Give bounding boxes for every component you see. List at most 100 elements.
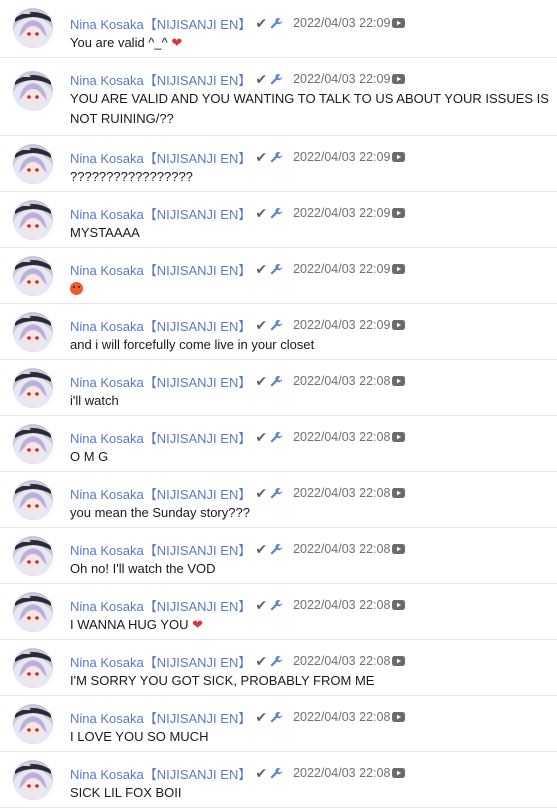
avatar[interactable] xyxy=(13,592,53,632)
message-timestamp[interactable]: 2022/04/03 22:09 xyxy=(293,206,390,220)
author-badges: ✔ xyxy=(255,486,283,500)
youtube-icon[interactable] xyxy=(392,600,406,610)
avatar[interactable] xyxy=(13,312,53,352)
avatar[interactable] xyxy=(13,368,53,408)
message-meta: Nina Kosaka【NIJISANJI EN】 ✔ 2022/04/03 22:… xyxy=(70,70,551,88)
wrench-icon xyxy=(270,151,283,164)
message-text: I LOVE YOU SO MUCH xyxy=(70,727,551,747)
avatar[interactable] xyxy=(13,480,53,520)
chat-message: Nina Kosaka【NIJISANJI EN】 ✔ 2022/04/03 22:… xyxy=(0,472,557,528)
message-meta: Nina Kosaka【NIJISANJI EN】 ✔ 2022/04/03 22:… xyxy=(70,148,551,166)
author-name[interactable]: Nina Kosaka【NIJISANJI EN】 xyxy=(70,484,251,503)
author-name[interactable]: Nina Kosaka【NIJISANJI EN】 xyxy=(70,316,251,335)
message-timestamp[interactable]: 2022/04/03 22:08 xyxy=(293,710,390,724)
check-icon: ✔ xyxy=(255,709,268,725)
youtube-icon[interactable] xyxy=(392,208,406,218)
wrench-icon xyxy=(270,17,283,30)
chat-message: Nina Kosaka【NIJISANJI EN】 ✔ 2022/04/03 22:… xyxy=(0,0,557,58)
avatar[interactable] xyxy=(13,256,53,296)
author-name[interactable]: Nina Kosaka【NIJISANJI EN】 xyxy=(70,372,251,391)
check-icon: ✔ xyxy=(255,149,268,165)
message-timestamp[interactable]: 2022/04/03 22:09 xyxy=(293,72,390,86)
author-name[interactable]: Nina Kosaka【NIJISANJI EN】 xyxy=(70,708,251,727)
avatar[interactable] xyxy=(13,8,53,48)
message-text: I WANNA HUG YOU ❤ xyxy=(70,615,551,635)
author-name[interactable]: Nina Kosaka【NIJISANJI EN】 xyxy=(70,260,251,279)
author-name[interactable]: Nina Kosaka【NIJISANJI EN】 xyxy=(70,652,251,671)
avatar[interactable] xyxy=(13,704,53,744)
message-text-content: YOU ARE VALID AND YOU WANTING TO TALK TO… xyxy=(70,91,549,126)
check-icon: ✔ xyxy=(255,261,268,277)
author-badges: ✔ xyxy=(255,654,283,668)
author-name[interactable]: Nina Kosaka【NIJISANJI EN】 xyxy=(70,428,251,447)
avatar[interactable] xyxy=(13,536,53,576)
chat-message-list: Nina Kosaka【NIJISANJI EN】 ✔ 2022/04/03 22:… xyxy=(0,0,557,808)
wrench-icon xyxy=(270,599,283,612)
check-icon: ✔ xyxy=(255,653,268,669)
wrench-icon xyxy=(270,263,283,276)
message-text: O M G xyxy=(70,447,551,467)
author-name[interactable]: Nina Kosaka【NIJISANJI EN】 xyxy=(70,14,251,33)
chat-message: Nina Kosaka【NIJISANJI EN】 ✔ 2022/04/03 22:… xyxy=(0,192,557,248)
avatar[interactable] xyxy=(13,424,53,464)
message-timestamp[interactable]: 2022/04/03 22:08 xyxy=(293,766,390,780)
youtube-icon[interactable] xyxy=(392,768,406,778)
youtube-icon[interactable] xyxy=(392,320,406,330)
chat-message: Nina Kosaka【NIJISANJI EN】 ✔ 2022/04/03 22:… xyxy=(0,360,557,416)
youtube-icon[interactable] xyxy=(392,152,406,162)
chat-message: Nina Kosaka【NIJISANJI EN】 ✔ 2022/04/03 22:… xyxy=(0,58,557,136)
author-name[interactable]: Nina Kosaka【NIJISANJI EN】 xyxy=(70,70,251,89)
message-timestamp[interactable]: 2022/04/03 22:08 xyxy=(293,374,390,388)
message-text-content: I WANNA HUG YOU xyxy=(70,617,189,632)
author-name[interactable]: Nina Kosaka【NIJISANJI EN】 xyxy=(70,764,251,783)
avatar[interactable] xyxy=(13,760,53,800)
author-badges: ✔ xyxy=(255,598,283,612)
message-timestamp[interactable]: 2022/04/03 22:08 xyxy=(293,542,390,556)
message-meta: Nina Kosaka【NIJISANJI EN】 ✔ 2022/04/03 22:… xyxy=(70,260,551,278)
wrench-icon xyxy=(270,207,283,220)
wrench-icon xyxy=(270,711,283,724)
message-meta: Nina Kosaka【NIJISANJI EN】 ✔ 2022/04/03 22:… xyxy=(70,596,551,614)
message-meta: Nina Kosaka【NIJISANJI EN】 ✔ 2022/04/03 22:… xyxy=(70,764,551,782)
youtube-icon[interactable] xyxy=(392,712,406,722)
avatar[interactable] xyxy=(13,648,53,688)
youtube-icon[interactable] xyxy=(392,432,406,442)
chat-message: Nina Kosaka【NIJISANJI EN】 ✔ 2022/04/03 22:… xyxy=(0,696,557,752)
message-timestamp[interactable]: 2022/04/03 22:08 xyxy=(293,430,390,444)
message-timestamp[interactable]: 2022/04/03 22:09 xyxy=(293,16,390,30)
author-badges: ✔ xyxy=(255,16,283,30)
message-meta: Nina Kosaka【NIJISANJI EN】 ✔ 2022/04/03 22:… xyxy=(70,540,551,558)
message-timestamp[interactable]: 2022/04/03 22:08 xyxy=(293,486,390,500)
youtube-icon[interactable] xyxy=(392,18,406,28)
author-name[interactable]: Nina Kosaka【NIJISANJI EN】 xyxy=(70,148,251,167)
message-text: YOU ARE VALID AND YOU WANTING TO TALK TO… xyxy=(70,89,551,129)
check-icon: ✔ xyxy=(255,541,268,557)
chat-message: Nina Kosaka【NIJISANJI EN】 ✔ 2022/04/03 22:… xyxy=(0,304,557,360)
message-text: I'M SORRY YOU GOT SICK, PROBABLY FROM ME xyxy=(70,671,551,691)
check-icon: ✔ xyxy=(255,429,268,445)
message-timestamp[interactable]: 2022/04/03 22:08 xyxy=(293,598,390,612)
youtube-icon[interactable] xyxy=(392,74,406,84)
message-text: you mean the Sunday story??? xyxy=(70,503,551,523)
message-timestamp[interactable]: 2022/04/03 22:08 xyxy=(293,654,390,668)
avatar[interactable] xyxy=(13,71,53,111)
avatar[interactable] xyxy=(13,144,53,184)
youtube-icon[interactable] xyxy=(392,376,406,386)
author-badges: ✔ xyxy=(255,430,283,444)
author-badges: ✔ xyxy=(255,766,283,780)
youtube-icon[interactable] xyxy=(392,544,406,554)
message-timestamp[interactable]: 2022/04/03 22:09 xyxy=(293,318,390,332)
author-name[interactable]: Nina Kosaka【NIJISANJI EN】 xyxy=(70,204,251,223)
author-name[interactable]: Nina Kosaka【NIJISANJI EN】 xyxy=(70,596,251,615)
message-timestamp[interactable]: 2022/04/03 22:09 xyxy=(293,262,390,276)
message-meta: Nina Kosaka【NIJISANJI EN】 ✔ 2022/04/03 22:… xyxy=(70,484,551,502)
youtube-icon[interactable] xyxy=(392,488,406,498)
avatar[interactable] xyxy=(13,200,53,240)
message-timestamp[interactable]: 2022/04/03 22:09 xyxy=(293,150,390,164)
youtube-icon[interactable] xyxy=(392,656,406,666)
message-text: ????????????????? xyxy=(70,167,551,187)
author-name[interactable]: Nina Kosaka【NIJISANJI EN】 xyxy=(70,540,251,559)
message-text: i'll watch xyxy=(70,391,551,411)
youtube-icon[interactable] xyxy=(392,264,406,274)
message-text-content: I'M SORRY YOU GOT SICK, PROBABLY FROM ME xyxy=(70,673,375,688)
